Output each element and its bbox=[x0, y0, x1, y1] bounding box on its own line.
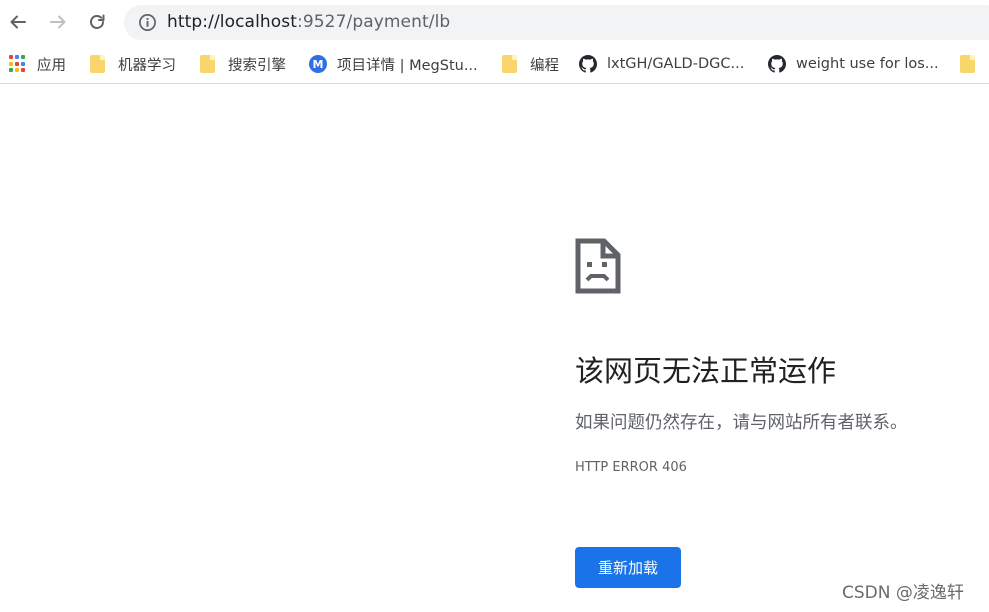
url-path: :9527/payment/lb bbox=[297, 12, 451, 32]
sad-page-icon bbox=[575, 238, 621, 294]
github-icon bbox=[579, 55, 597, 73]
bookmark-project-details[interactable]: M 项目详情 | MegStu... bbox=[309, 52, 478, 76]
bookmark-overflow-folder[interactable] bbox=[960, 52, 988, 76]
folder-icon bbox=[200, 55, 215, 73]
folder-icon bbox=[502, 55, 517, 73]
bookmark-label: lxtGH/GALD-DGC... bbox=[607, 56, 745, 72]
address-bar[interactable]: http://localhost:9527/payment/lb bbox=[124, 5, 989, 40]
apps-grid-icon bbox=[9, 55, 27, 73]
bookmark-github-weight[interactable]: weight use for los... bbox=[768, 52, 939, 76]
arrow-right-icon bbox=[50, 15, 66, 29]
github-icon bbox=[768, 55, 786, 73]
back-button[interactable] bbox=[4, 8, 32, 36]
info-icon[interactable] bbox=[138, 13, 157, 32]
bookmarks-bar: 应用 机器学习 搜索引擎 M 项目详情 | MegStu... 编程 lxtGH… bbox=[0, 44, 989, 84]
megstudio-icon: M bbox=[309, 55, 327, 73]
watermark: CSDN @凌逸轩 bbox=[842, 583, 964, 603]
error-description: 如果问题仍然存在，请与网站所有者联系。 bbox=[575, 413, 908, 433]
forward-button[interactable] bbox=[44, 8, 72, 36]
reload-page-button[interactable] bbox=[83, 8, 111, 36]
bookmark-github-gald[interactable]: lxtGH/GALD-DGC... bbox=[579, 52, 744, 76]
url-text[interactable]: http://localhost:9527/payment/lb bbox=[167, 11, 450, 33]
bookmark-label: 编程 bbox=[530, 57, 559, 74]
bookmark-apps[interactable]: 应用 bbox=[9, 52, 66, 76]
reload-icon bbox=[90, 14, 105, 29]
bookmark-machine-learning[interactable]: 机器学习 bbox=[90, 52, 176, 76]
bookmark-search-engines[interactable]: 搜索引擎 bbox=[200, 52, 286, 76]
error-heading: 该网页无法正常运作 bbox=[575, 354, 837, 388]
bookmark-label: weight use for los... bbox=[796, 56, 939, 72]
browser-toolbar: http://localhost:9527/payment/lb bbox=[0, 0, 989, 44]
error-page: 该网页无法正常运作 如果问题仍然存在，请与网站所有者联系。 HTTP ERROR… bbox=[0, 85, 989, 612]
arrow-left-icon bbox=[10, 15, 26, 29]
error-code: HTTP ERROR 406 bbox=[575, 460, 687, 475]
bookmark-label: 机器学习 bbox=[118, 57, 176, 74]
bookmark-label: 应用 bbox=[37, 57, 66, 74]
folder-icon bbox=[90, 55, 105, 73]
bookmark-label: 搜索引擎 bbox=[228, 57, 286, 74]
bookmark-programming[interactable]: 编程 bbox=[502, 52, 559, 76]
reload-button[interactable]: 重新加载 bbox=[575, 547, 681, 588]
url-host: http://localhost bbox=[167, 12, 297, 32]
bookmark-label: 项目详情 | MegStu... bbox=[337, 57, 478, 74]
folder-icon bbox=[960, 55, 975, 73]
